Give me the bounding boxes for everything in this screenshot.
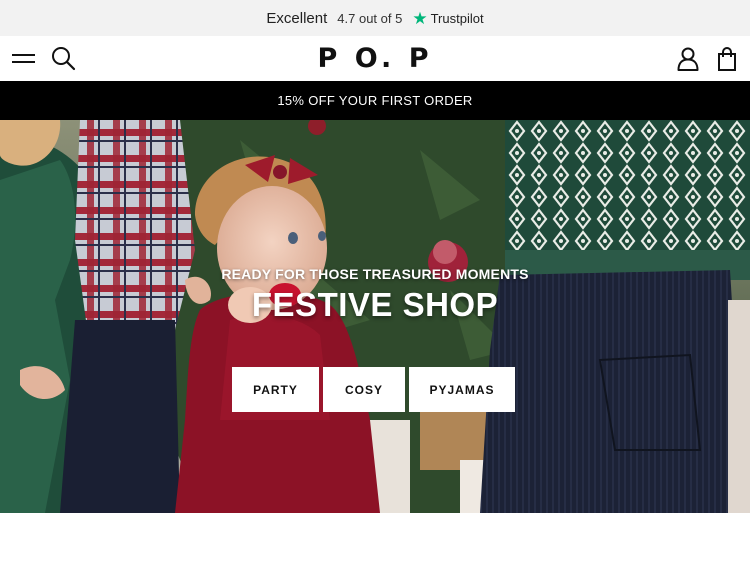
promo-banner[interactable]: 15% OFF YOUR FIRST ORDER [0, 81, 750, 120]
trustpilot-headline: Excellent [266, 9, 328, 27]
trustpilot-brand-name: Trustpilot [430, 10, 484, 26]
hero-eyebrow: READY FOR THOSE TREASURED MOMENTS [221, 266, 529, 282]
trustpilot-logo: ★ Trustpilot [412, 10, 483, 27]
party-button[interactable]: PARTY [232, 367, 319, 412]
trustpilot-bar[interactable]: Excellent 4.7 out of 5 ★ Trustpilot [0, 0, 750, 36]
hero-title: FESTIVE SHOP [251, 286, 499, 323]
logo: P O. P [0, 36, 750, 81]
promo-text: 15% OFF YOUR FIRST ORDER [277, 93, 473, 108]
search-icon[interactable] [51, 46, 76, 71]
site-header: P O. P [0, 36, 750, 81]
logo-link[interactable]: P O. P [318, 43, 433, 74]
pyjamas-button[interactable]: PYJAMAS [409, 367, 515, 412]
trustpilot-rating: 4.7 out of 5 [337, 10, 403, 26]
shopping-bag-icon[interactable] [715, 46, 739, 72]
hero-buttons: PARTY COSY PYJAMAS [232, 367, 515, 412]
cosy-button[interactable]: COSY [323, 367, 405, 412]
menu-icon[interactable] [12, 48, 36, 68]
hero-content: READY FOR THOSE TREASURED MOMENTS FESTIV… [0, 120, 750, 513]
hero-banner[interactable]: READY FOR THOSE TREASURED MOMENTS FESTIV… [0, 120, 750, 513]
account-icon[interactable] [676, 46, 700, 72]
trustpilot-star-icon: ★ [412, 8, 428, 28]
